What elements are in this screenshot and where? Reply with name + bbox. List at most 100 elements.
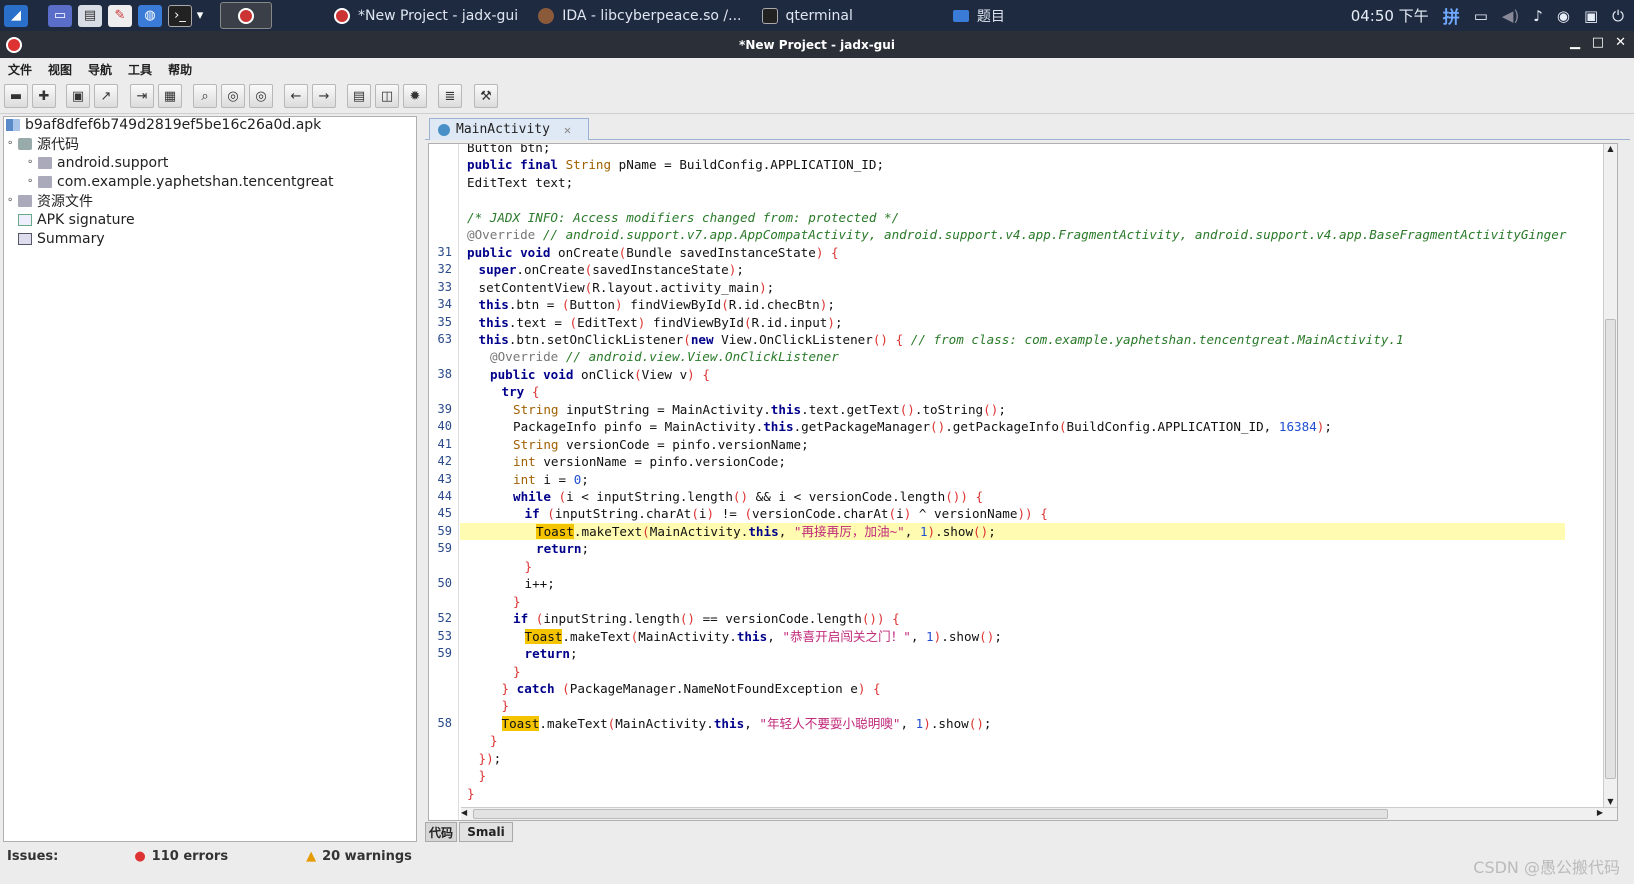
debug-icon[interactable]: ✹ [403, 84, 427, 108]
horizontal-scrollbar[interactable]: ◀ ▶ [461, 807, 1617, 820]
scroll-up-icon[interactable]: ▲ [1604, 144, 1617, 156]
wrench-icon[interactable]: ⚒ [474, 84, 498, 108]
code-line[interactable]: public final String pName = BuildConfig.… [460, 156, 1565, 174]
code-line[interactable]: while (i < inputString.length() && i < v… [460, 488, 1565, 506]
logout-icon[interactable]: ⏻ [1612, 7, 1624, 25]
chevron-down-icon[interactable]: ▾ [194, 5, 206, 27]
code-line[interactable]: } [460, 767, 1565, 785]
code-line[interactable] [460, 191, 1565, 209]
export-icon[interactable]: ↗ [94, 84, 118, 108]
expand-toggle-icon[interactable]: ⚬ [6, 195, 18, 206]
quark-icon[interactable]: ◫ [375, 84, 399, 108]
code-editor[interactable]: 31 32 33 34 35 63 38 39 40 41 42 43 44 45 59 59 50 52 53 59… [428, 143, 1618, 821]
code-line[interactable]: int versionName = pinfo.versionCode; [460, 453, 1565, 471]
menu-tools[interactable]: 工具 [120, 61, 160, 78]
code-line[interactable]: Toast.makeText(MainActivity.this, "年轻人不要… [460, 715, 1565, 733]
scroll-left-icon[interactable]: ◀ [461, 808, 467, 817]
arrow-left-icon[interactable]: ← [284, 84, 308, 108]
code-line[interactable]: Toast.makeText(MainActivity.this, "恭喜开启闯… [460, 628, 1565, 646]
menu-navigation[interactable]: 导航 [80, 61, 120, 78]
scroll-thumb[interactable] [1605, 319, 1616, 779]
terminal-icon[interactable]: ›_ [168, 4, 192, 27]
code-line[interactable]: } [460, 663, 1565, 681]
menu-help[interactable]: 帮助 [160, 61, 200, 78]
tree-root[interactable]: b9af8dfef6b749d2819ef5be16c26a0d.apk [6, 115, 321, 134]
text-editor-icon[interactable]: ✎ [108, 4, 132, 27]
kali-menu-icon[interactable]: ◢ [4, 4, 28, 27]
code-line[interactable]: } [460, 785, 1565, 803]
search-icon[interactable]: ⌕ [193, 84, 217, 108]
code-line[interactable]: super.onCreate(savedInstanceState); [460, 261, 1565, 279]
code-line[interactable]: setContentView(R.layout.activity_main); [460, 279, 1565, 297]
tree-package[interactable]: ⚬ com.example.yaphetshan.tencentgreat [26, 172, 334, 191]
scroll-right-icon[interactable]: ▶ [1597, 808, 1603, 817]
code-line[interactable]: String inputString = MainActivity.this.t… [460, 401, 1565, 419]
tree-package[interactable]: ⚬ android.support [26, 153, 168, 172]
code-line[interactable]: } catch (PackageManager.NameNotFoundExce… [460, 680, 1565, 698]
code-line[interactable]: String versionCode = pinfo.versionName; [460, 436, 1565, 454]
power-icon[interactable]: ◉ [1557, 7, 1570, 25]
code-line[interactable]: @Override // android.support.v7.app.AppC… [460, 226, 1566, 244]
file-manager-icon[interactable]: ▤ [78, 4, 102, 27]
tree-apk-signature[interactable]: APK signature [18, 210, 135, 229]
code-line[interactable]: i++; [460, 575, 1565, 593]
code-line[interactable]: public void onCreate(Bundle savedInstanc… [460, 244, 1565, 262]
menu-file[interactable]: 文件 [0, 61, 40, 78]
code-line[interactable]: return; [460, 540, 1565, 558]
jadx-launcher-icon[interactable] [220, 2, 272, 29]
code-line[interactable]: EditText text; [460, 174, 1565, 192]
tab-code[interactable]: 代码 [425, 822, 457, 842]
code-line[interactable]: PackageInfo pinfo = MainActivity.this.ge… [460, 418, 1565, 436]
code-line[interactable]: } [460, 732, 1565, 750]
desktop-icon[interactable]: ▭ [48, 4, 72, 27]
code-line[interactable]: Button btn; [460, 144, 1565, 157]
warnings-count[interactable]: 20 warnings [322, 849, 412, 864]
find-class-icon[interactable]: ◎ [221, 84, 245, 108]
ime-indicator[interactable]: 拼 [1443, 3, 1460, 28]
vertical-scrollbar[interactable]: ▲ ▼ [1603, 144, 1617, 809]
sync-tree-icon[interactable]: ⇥ [130, 84, 154, 108]
errors-count[interactable]: 110 errors [152, 849, 228, 864]
task-ida[interactable]: IDA - libcyberpeace.so /... [528, 0, 751, 31]
clock[interactable]: 04:50 下午 [1351, 5, 1429, 26]
code-line[interactable]: /* JADX INFO: Access modifiers changed f… [460, 209, 1565, 227]
task-folder[interactable]: 题目 [943, 0, 1015, 31]
code-line[interactable]: this.btn.setOnClickListener(new View.OnC… [460, 331, 1565, 349]
tree-source-node[interactable]: ⚬ 源代码 [6, 134, 79, 153]
code-line[interactable]: } [460, 697, 1565, 715]
maximize-icon[interactable]: □ [1592, 35, 1604, 50]
add-file-icon[interactable]: ✚ [32, 84, 56, 108]
code-line[interactable]: this.text = (EditText) findViewById(R.id… [460, 314, 1565, 332]
code-line[interactable]: this.btn = (Button) findViewById(R.id.ch… [460, 296, 1565, 314]
code-line[interactable]: } [460, 558, 1565, 576]
code-area[interactable]: Button btn; public final String pName = B… [429, 144, 1604, 820]
find-usage-icon[interactable]: ◎ [249, 84, 273, 108]
task-jadx[interactable]: *New Project - jadx-gui [324, 0, 528, 31]
code-line[interactable]: if (inputString.length() == versionCode.… [460, 610, 1565, 628]
expand-toggle-icon[interactable]: ⚬ [6, 138, 18, 149]
flatten-packages-icon[interactable]: ▦ [158, 84, 182, 108]
menu-view[interactable]: 视图 [40, 61, 80, 78]
open-file-icon[interactable]: ▬ [4, 84, 28, 108]
task-qterminal[interactable]: qterminal [752, 0, 863, 31]
log-viewer-icon[interactable]: ≣ [438, 84, 462, 108]
expand-toggle-icon[interactable]: ⚬ [26, 157, 38, 168]
bell-icon[interactable]: ♪ [1533, 7, 1543, 25]
minimize-icon[interactable]: ▁ [1570, 35, 1580, 50]
code-line[interactable]: Toast.makeText(MainActivity.this, "再接再厉，… [460, 522, 1565, 541]
code-line[interactable]: }); [460, 750, 1565, 768]
close-icon[interactable]: ✕ [1615, 35, 1626, 50]
code-line[interactable]: } [460, 593, 1565, 611]
code-line[interactable]: @Override // android.view.View.OnClickLi… [460, 348, 1565, 366]
deobfuscation-icon[interactable]: ▤ [347, 84, 371, 108]
tree-resources-node[interactable]: ⚬ 资源文件 [6, 191, 93, 210]
tree-summary[interactable]: Summary [18, 229, 105, 248]
display-icon[interactable]: ▭ [1474, 7, 1488, 25]
code-line[interactable]: return; [460, 645, 1565, 663]
close-tab-icon[interactable]: ✕ [564, 123, 571, 137]
volume-icon[interactable]: ◀) [1502, 7, 1519, 25]
tab-smali[interactable]: Smali [459, 822, 513, 842]
tab-mainactivity[interactable]: MainActivity ✕ [429, 118, 589, 140]
code-line[interactable]: public void onClick(View v) { [460, 366, 1565, 384]
save-icon[interactable]: ▣ [66, 84, 90, 108]
